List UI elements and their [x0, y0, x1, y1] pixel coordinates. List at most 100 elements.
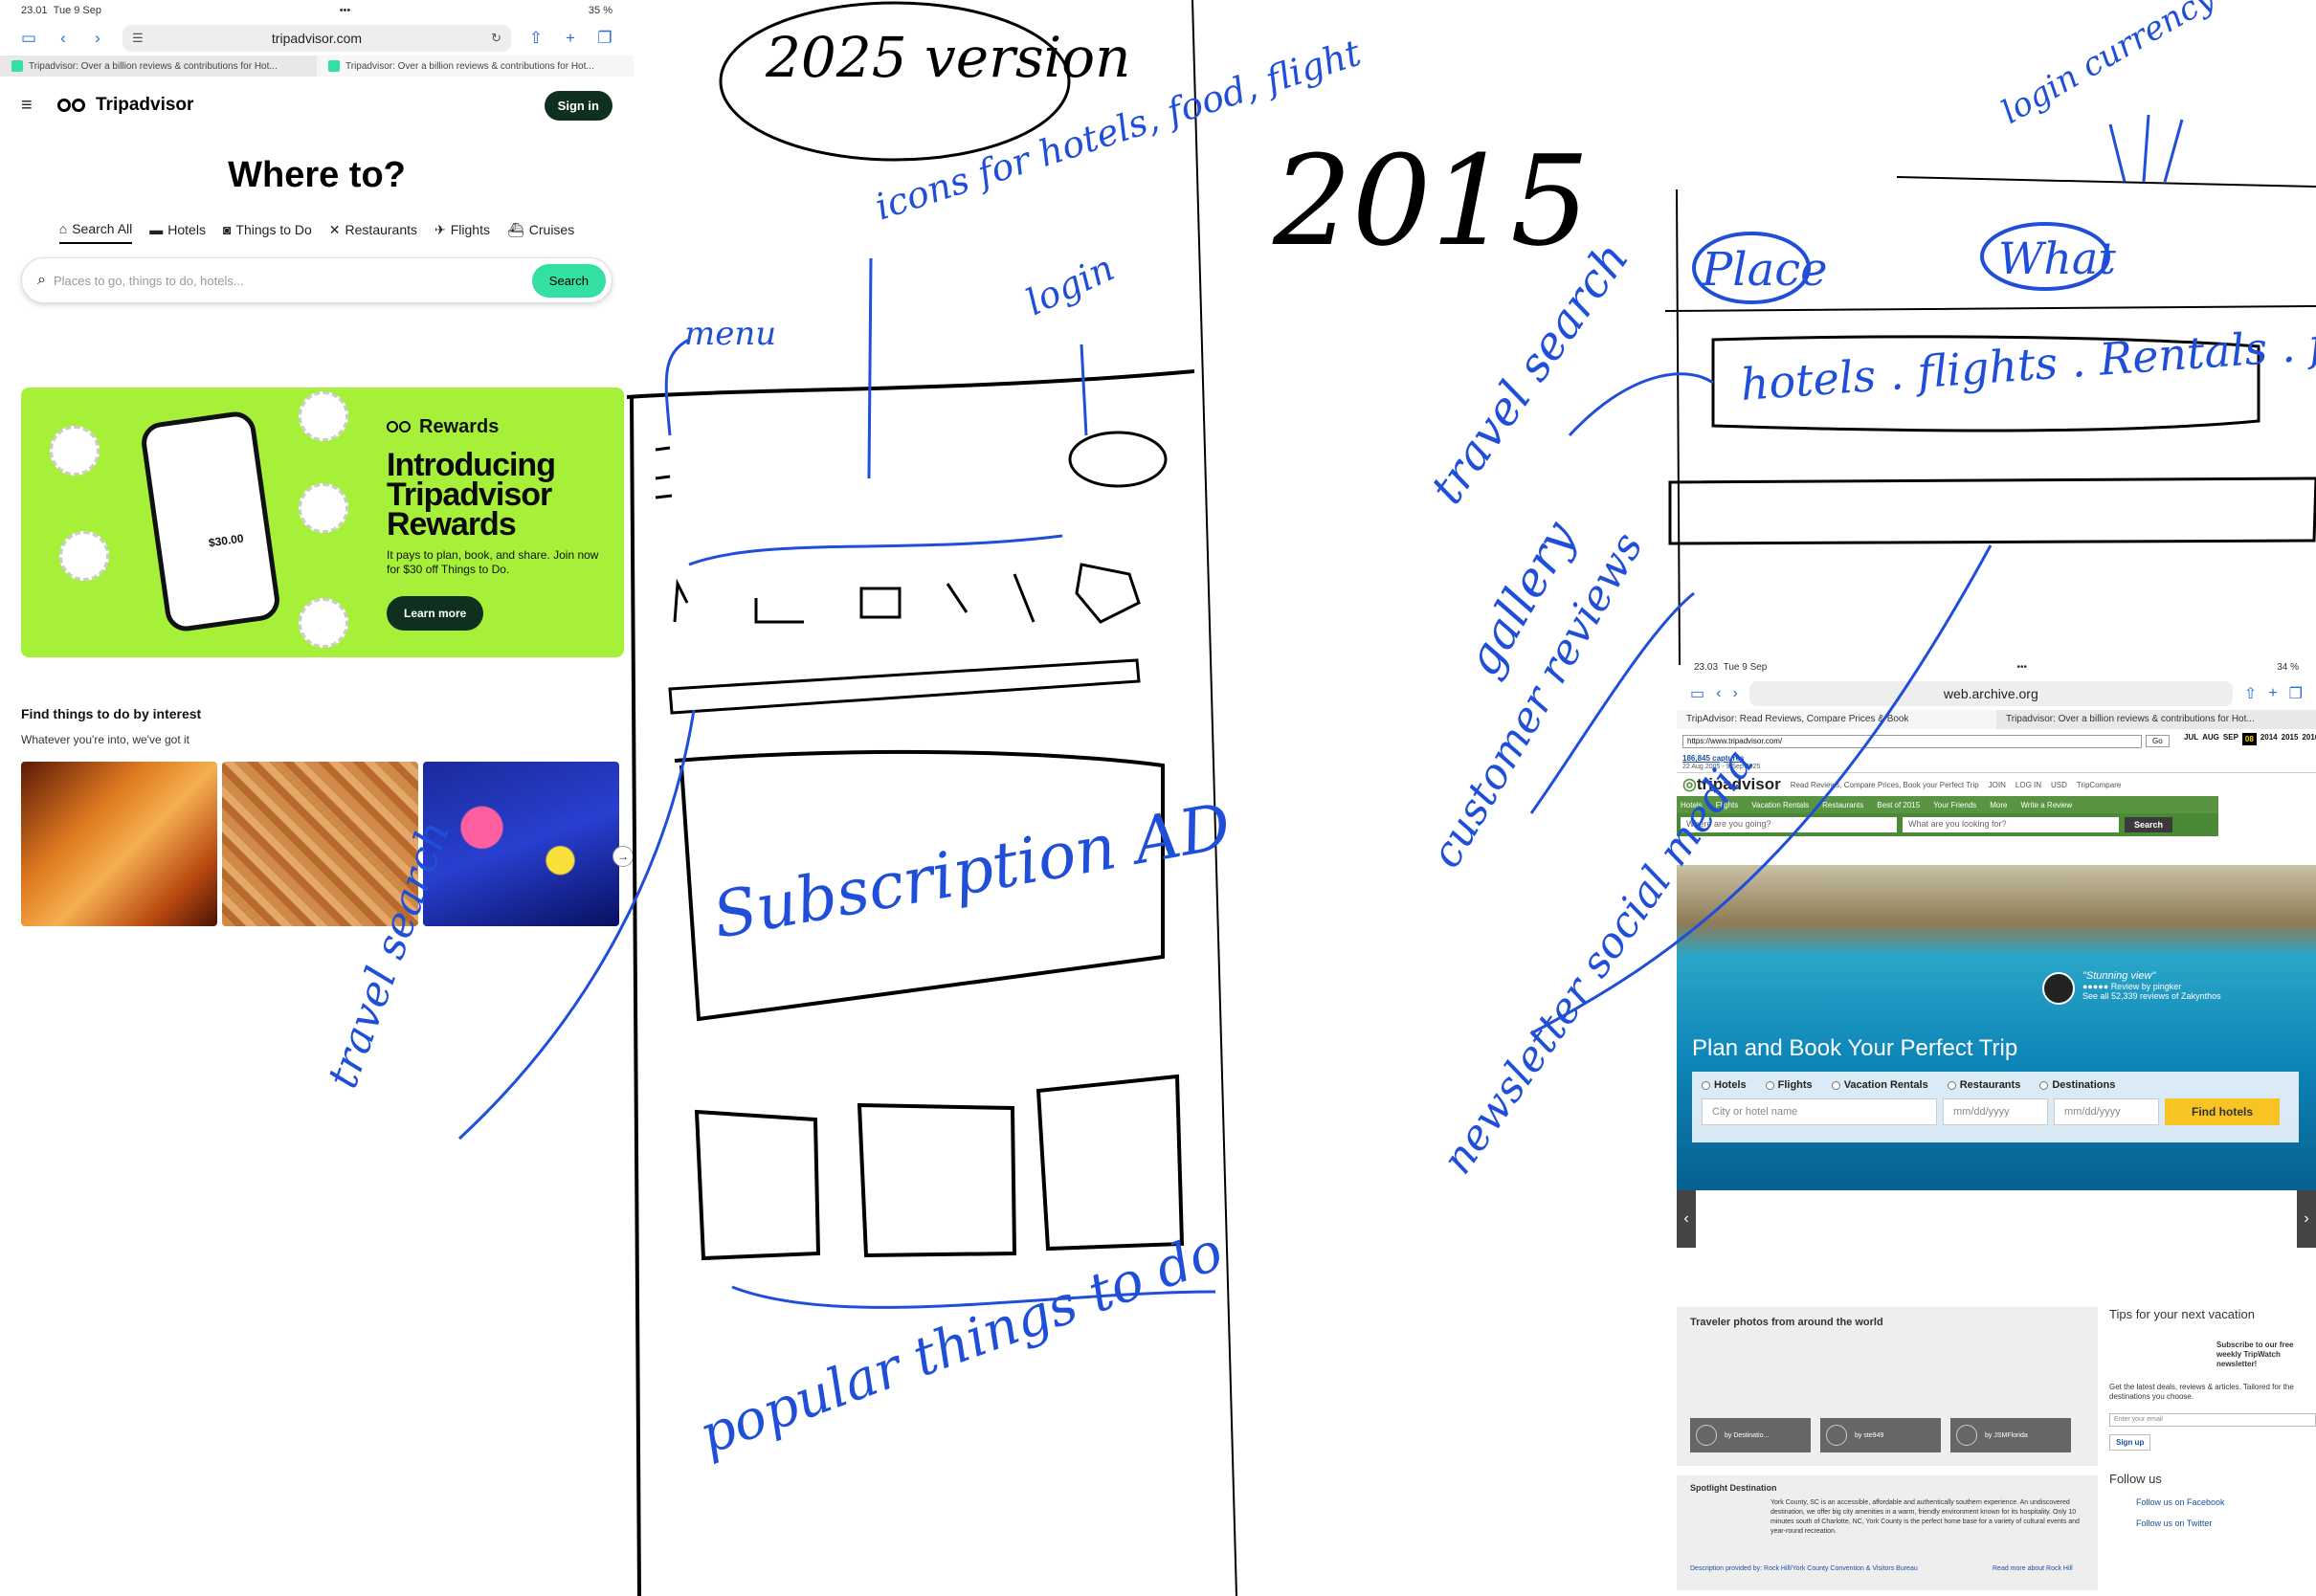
- tab-restaurants[interactable]: ✕ Restaurants: [329, 221, 417, 244]
- newsletter-desc: Get the latest deals, reviews & articles…: [2109, 1383, 2294, 1401]
- browser-tab[interactable]: TripAdvisor: Read Reviews, Compare Price…: [1677, 710, 1996, 729]
- annotation-arrow: [1080, 344, 1088, 436]
- annotation-arrows: [2108, 114, 2184, 183]
- year-label: 2015: [1272, 128, 1590, 274]
- radio-flights[interactable]: Flights: [1765, 1079, 1813, 1091]
- share-icon[interactable]: ⇧: [2244, 684, 2257, 703]
- rewards-banner[interactable]: $30.00 Rewards Introducing Tripadvisor R…: [21, 388, 624, 657]
- nav-flights[interactable]: Flights: [1716, 801, 1739, 809]
- category-tabs: ⌂ Search All ▬ Hotels ◙ Things to Do ✕ Resta…: [0, 221, 634, 244]
- nav-hotels[interactable]: Hotels: [1681, 801, 1703, 809]
- find-hotels-button[interactable]: Find hotels: [2165, 1098, 2280, 1125]
- sign-up-button[interactable]: Sign up: [2109, 1434, 2151, 1451]
- tabs-overview-icon[interactable]: ❐: [595, 29, 614, 48]
- forward-icon[interactable]: ›: [88, 29, 107, 48]
- gift-badge-icon: [299, 391, 348, 441]
- share-icon[interactable]: ⇧: [526, 29, 546, 48]
- radio-destinations[interactable]: Destinations: [2039, 1079, 2115, 1091]
- photo-card[interactable]: by JSMFlorida: [1950, 1418, 2071, 1452]
- photo-card[interactable]: by Destinatio...: [1690, 1418, 1811, 1452]
- interest-card[interactable]: [423, 762, 619, 926]
- captures-link[interactable]: 186,845 captures: [1682, 754, 1745, 763]
- chevron-right-icon[interactable]: ›: [2297, 1190, 2316, 1248]
- battery-status: 35 %: [588, 5, 612, 16]
- where-input[interactable]: Where are you going?: [1681, 817, 1897, 832]
- tripadvisor-logo[interactable]: Tripadvisor: [57, 95, 193, 116]
- browser-toolbar: ▭ ‹ › web.archive.org ⇧ + ❐: [1677, 677, 2316, 710]
- tripadvisor-favicon: [328, 60, 340, 72]
- capture-range: 22 Aug 2005 - 9 Sep 2025: [1682, 764, 1761, 770]
- tab-things-to-do[interactable]: ◙ Things to Do: [223, 221, 312, 244]
- rewards-body: It pays to plan, book, and share. Join n…: [387, 548, 599, 576]
- photo-row: by Destinatio... by ste949 by JSMFlorida: [1690, 1418, 2071, 1452]
- forward-icon[interactable]: ›: [1732, 685, 1737, 702]
- note-icons: icons for hotels, food, flight: [870, 32, 1367, 229]
- main-nav: Hotels Flights Vacation Rentals Restaura…: [1677, 796, 2218, 813]
- status-date: Tue 9 Sep: [53, 5, 102, 16]
- what-input[interactable]: What are you looking for?: [1903, 817, 2119, 832]
- nav-more[interactable]: More: [1990, 801, 2007, 809]
- nav-friends[interactable]: Your Friends: [1933, 801, 1976, 809]
- radio-restaurants[interactable]: Restaurants: [1947, 1079, 2020, 1091]
- page-settings-icon[interactable]: ☰: [132, 31, 144, 46]
- email-field[interactable]: Enter your email: [2109, 1413, 2316, 1427]
- new-tab-icon[interactable]: +: [561, 29, 580, 48]
- wayback-go-button[interactable]: Go: [2146, 735, 2170, 747]
- sketch-what-field: [1980, 222, 2110, 291]
- back-icon[interactable]: ‹: [54, 29, 73, 48]
- search-button[interactable]: Search: [2125, 817, 2173, 832]
- nav-vacation-rentals[interactable]: Vacation Rentals: [1751, 801, 1809, 809]
- photo-card[interactable]: by ste949: [1820, 1418, 1941, 1452]
- tabs-overview-icon[interactable]: ❐: [2289, 684, 2303, 703]
- owl-logo-icon: [57, 97, 90, 114]
- browser-tab[interactable]: Tripadvisor: Over a billion reviews & co…: [317, 55, 634, 77]
- twitter-link[interactable]: Follow us on Twitter: [2136, 1518, 2316, 1528]
- nav-best-of[interactable]: Best of 2015: [1877, 801, 1920, 809]
- status-time: 23.01: [21, 5, 48, 16]
- bed-icon: ▬: [149, 222, 164, 237]
- hamburger-menu-icon[interactable]: ≡: [21, 95, 40, 117]
- booking-inputs: City or hotel name mm/dd/yyyy mm/dd/yyyy…: [1692, 1098, 2299, 1125]
- interest-card[interactable]: [222, 762, 418, 926]
- sidebar-icon[interactable]: ▭: [19, 29, 38, 48]
- note-gallery: gallery: [1455, 511, 1587, 685]
- read-more-link[interactable]: Read more about Rock Hill: [1993, 1565, 2073, 1572]
- reload-icon[interactable]: ↻: [491, 31, 501, 46]
- note-what: What: [1998, 233, 2116, 284]
- radio-vacation-rentals[interactable]: Vacation Rentals: [1831, 1079, 1928, 1091]
- section-title: Traveler photos from around the world: [1690, 1317, 1883, 1328]
- tab-flights[interactable]: ✈ Flights: [434, 221, 490, 244]
- sketch-popular-cards: [694, 1074, 1185, 1261]
- carousel-next-icon[interactable]: →: [612, 846, 634, 867]
- reviews-link[interactable]: See all 52,339 reviews of Zakynthos: [2082, 991, 2221, 1001]
- city-input[interactable]: City or hotel name: [1702, 1098, 1937, 1125]
- checkout-date-input[interactable]: mm/dd/yyyy: [2054, 1098, 2159, 1125]
- address-bar[interactable]: ☰ tripadvisor.com ↻: [122, 25, 511, 52]
- wayback-url-input[interactable]: https://www.tripadvisor.com/: [1682, 735, 2142, 748]
- nav-write-review[interactable]: Write a Review: [2021, 801, 2073, 809]
- note-place: Place: [1701, 243, 1828, 297]
- ship-icon: ⛴: [506, 221, 524, 237]
- radio-hotels[interactable]: Hotels: [1702, 1079, 1747, 1091]
- address-bar[interactable]: web.archive.org: [1748, 681, 2233, 706]
- new-tab-icon[interactable]: +: [2268, 685, 2277, 702]
- search-button[interactable]: Search: [531, 263, 606, 298]
- tab-search-all[interactable]: ⌂ Search All: [58, 221, 133, 244]
- booking-panel: Hotels Flights Vacation Rentals Restaura…: [1692, 1072, 2299, 1142]
- nav-restaurants[interactable]: Restaurants: [1822, 801, 1863, 809]
- tripadvisor-logo[interactable]: ◎tripadvisor: [1682, 775, 1781, 794]
- sidebar-icon[interactable]: ▭: [1690, 684, 1704, 703]
- chevron-left-icon[interactable]: ‹: [1677, 1190, 1696, 1248]
- facebook-link[interactable]: Follow us on Facebook: [2136, 1497, 2316, 1507]
- interest-card[interactable]: [21, 762, 217, 926]
- search-input[interactable]: Places to go, things to do, hotels...: [54, 274, 532, 288]
- spotlight-source-link[interactable]: Description provided by: Rock Hill/York …: [1690, 1565, 1918, 1572]
- browser-tab[interactable]: Tripadvisor: Over a billion reviews & co…: [1996, 710, 2316, 729]
- checkin-date-input[interactable]: mm/dd/yyyy: [1943, 1098, 2048, 1125]
- learn-more-button[interactable]: Learn more: [387, 596, 484, 631]
- browser-tab[interactable]: Tripadvisor: Over a billion reviews & co…: [0, 55, 317, 77]
- back-icon[interactable]: ‹: [1716, 685, 1721, 702]
- sign-in-button[interactable]: Sign in: [544, 91, 612, 121]
- tab-cruises[interactable]: ⛴ Cruises: [507, 221, 574, 244]
- tab-hotels[interactable]: ▬ Hotels: [149, 221, 206, 244]
